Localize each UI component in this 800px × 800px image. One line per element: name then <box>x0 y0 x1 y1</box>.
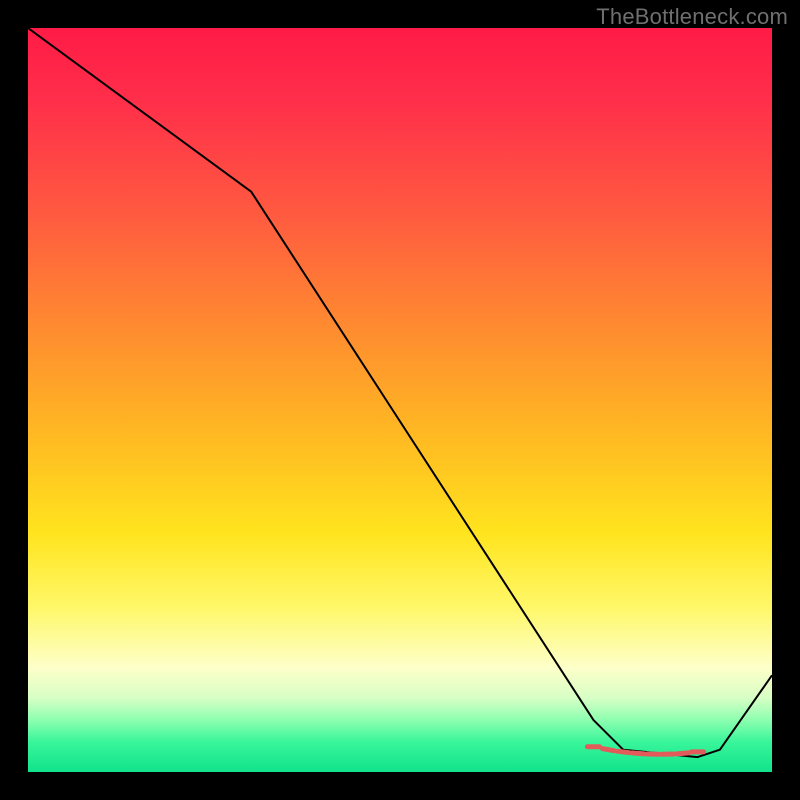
optimum-marker <box>617 751 629 753</box>
chart-frame: TheBottleneck.com <box>0 0 800 800</box>
optimum-marker <box>602 749 614 751</box>
optimum-marker <box>632 753 644 754</box>
marker-series-layer <box>28 28 772 772</box>
optimum-marker-group <box>587 747 703 755</box>
optimum-marker <box>677 753 689 754</box>
watermark-text: TheBottleneck.com <box>596 4 788 30</box>
plot-area <box>28 28 772 772</box>
